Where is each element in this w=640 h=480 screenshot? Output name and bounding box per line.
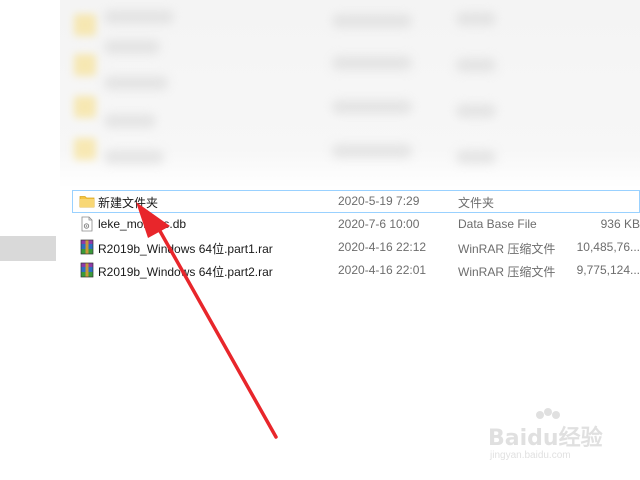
file-date: 2020-5-19 7:29 <box>338 194 420 208</box>
file-date: 2020-7-6 10:00 <box>338 217 420 231</box>
file-type: Data Base File <box>458 217 537 231</box>
blurred-date <box>332 100 412 114</box>
blurred-date <box>332 144 412 158</box>
file-type: WinRAR 压缩文件 <box>458 242 556 256</box>
navigation-pane <box>0 0 60 480</box>
file-row-r2019b-part2[interactable]: R2019b_Windows 64位.part2.rar 2020-4-16 2… <box>72 259 640 282</box>
blurred-folder-icon <box>74 14 96 36</box>
blurred-filename <box>104 40 160 54</box>
file-row-r2019b-part1[interactable]: R2019b_Windows 64位.part1.rar 2020-4-16 2… <box>72 236 640 259</box>
baidu-watermark: Baidu经验 jingyan.baidu.com <box>488 408 628 468</box>
file-type: 文件夹 <box>458 196 495 210</box>
folder-icon <box>79 193 95 209</box>
file-date: 2020-4-16 22:01 <box>338 263 427 277</box>
file-size: 936 KB <box>600 217 640 231</box>
file-row-new-folder[interactable]: 新建文件夹 2020-5-19 7:29 文件夹 <box>72 190 640 213</box>
watermark-url: jingyan.baidu.com <box>490 450 571 461</box>
file-name: R2019b_Windows 64位.part1.rar <box>98 242 273 256</box>
blurred-type <box>456 104 496 118</box>
winrar-icon <box>79 262 95 278</box>
blurred-type <box>456 58 496 72</box>
file-name: leke_mobpos.db <box>98 217 187 231</box>
file-size: 10,485,76... <box>576 240 640 254</box>
blurred-folder-icon <box>74 96 96 118</box>
blurred-date <box>332 14 412 28</box>
file-type: WinRAR 压缩文件 <box>458 265 556 279</box>
file-name: R2019b_Windows 64位.part2.rar <box>98 265 273 279</box>
navigation-pane-selected-item[interactable] <box>0 236 56 261</box>
blurred-folder-icon <box>74 138 96 160</box>
db-file-icon <box>79 216 95 232</box>
file-date: 2020-4-16 22:12 <box>338 240 427 254</box>
file-name: 新建文件夹 <box>98 196 159 210</box>
blurred-file-area <box>60 0 640 188</box>
blurred-filename <box>104 10 174 24</box>
blurred-filename <box>104 150 164 164</box>
blurred-type <box>456 150 496 164</box>
file-row-leke-mobpos-db[interactable]: leke_mobpos.db 2020-7-6 10:00 Data Base … <box>72 213 640 236</box>
blurred-filename <box>104 76 168 90</box>
blurred-filename <box>104 114 156 128</box>
blurred-type <box>456 12 496 26</box>
file-size: 9,775,124... <box>576 263 640 277</box>
blurred-date <box>332 56 412 70</box>
watermark-brand: Baidu经验 <box>488 426 603 451</box>
winrar-icon <box>79 239 95 255</box>
blurred-folder-icon <box>74 54 96 76</box>
file-list: 新建文件夹 2020-5-19 7:29 文件夹 leke_mobpos.db … <box>72 190 640 282</box>
